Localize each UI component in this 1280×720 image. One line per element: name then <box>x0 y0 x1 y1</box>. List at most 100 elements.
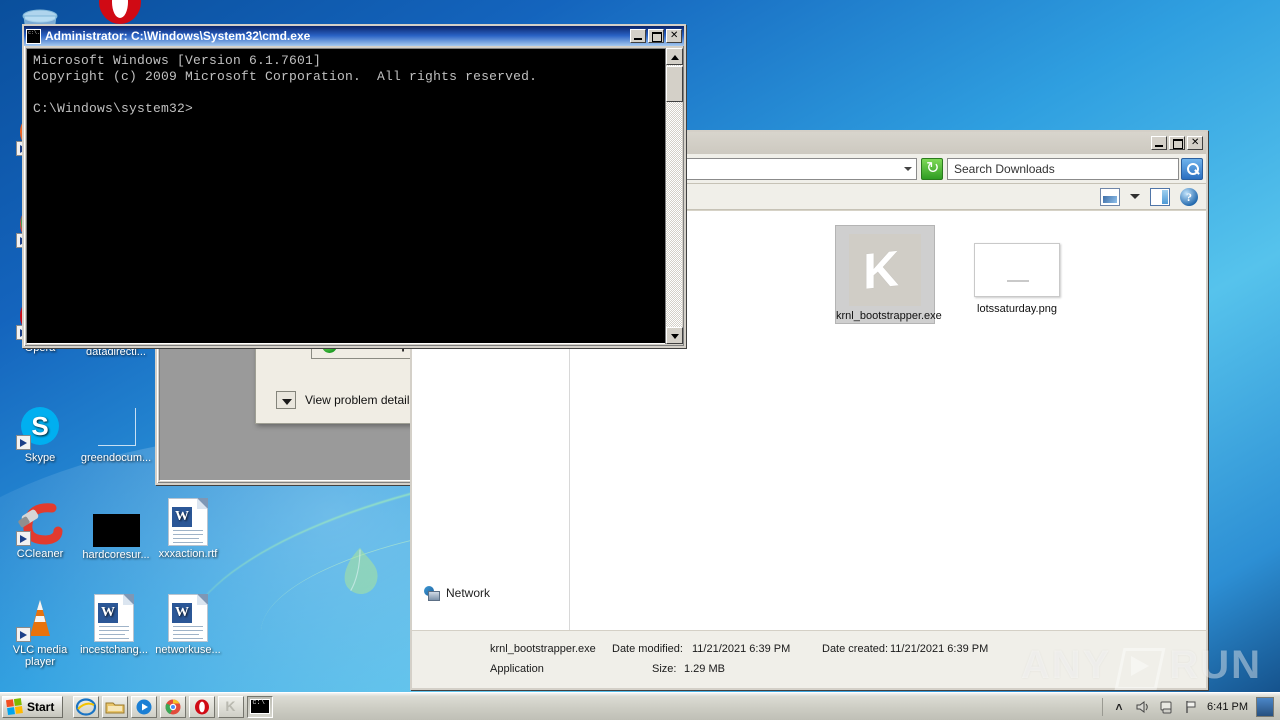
search-icon[interactable] <box>1181 157 1203 180</box>
clock[interactable]: 6:41 PM <box>1207 701 1248 713</box>
taskbar-item-internet-explorer[interactable] <box>73 695 100 718</box>
cmd-titlebar[interactable]: Administrator: C:\Windows\System32\cmd.e… <box>24 26 684 46</box>
file-item-label: krnl_bootstrapper.exe <box>836 310 942 322</box>
sidebar-item-label: Network <box>446 586 491 600</box>
show-desktop-button[interactable] <box>1256 696 1274 717</box>
desktop-icon-label: xxxaction.rtf <box>158 548 218 560</box>
windows-logo-icon <box>5 697 24 715</box>
help-icon[interactable]: ? <box>1180 187 1198 206</box>
skype-icon: S <box>16 402 64 450</box>
desktop-icon-skype[interactable]: S Skype <box>2 402 78 464</box>
taskbar-item-media-player[interactable] <box>131 695 158 718</box>
explorer-close-button[interactable] <box>1187 136 1203 150</box>
file-item-krnl[interactable]: K krnl_bootstrapper.exe <box>835 225 942 324</box>
chevron-down-icon[interactable] <box>904 166 912 171</box>
console-line: Copyright (c) 2009 Microsoft Corporation… <box>33 69 538 84</box>
command-prompt-window[interactable]: Administrator: C:\Windows\System32\cmd.e… <box>22 24 686 348</box>
console-prompt: C:\Windows\system32> <box>33 101 194 116</box>
desktop-icon-networkuse[interactable]: W networkuse... <box>150 594 226 656</box>
desktop-icon-label: networkuse... <box>155 644 221 656</box>
minimize-button[interactable] <box>630 29 646 43</box>
krnl-app-icon: K <box>849 234 921 306</box>
volume-icon[interactable] <box>1135 699 1151 715</box>
taskbar[interactable]: Start K c:\ ˄ 6:41 PM <box>0 692 1280 720</box>
scrollbar-thumb[interactable] <box>666 66 683 102</box>
desktop-icon-label: CCleaner <box>16 548 64 560</box>
console-line: Microsoft Windows [Version 6.1.7601] <box>33 53 322 68</box>
view-problem-details-label: View problem details <box>305 393 416 407</box>
taskbar-item-google-chrome[interactable] <box>160 695 187 718</box>
desktop-icon-hardcoresur[interactable]: hardcoresur... <box>78 504 154 561</box>
scroll-down-button[interactable] <box>666 327 683 344</box>
file-item-label: lotssaturday.png <box>977 303 1057 315</box>
status-date-created: 11/21/2021 6:39 PM <box>890 643 989 655</box>
ccleaner-icon <box>16 498 64 546</box>
start-label: Start <box>27 699 55 714</box>
word-document-icon: W <box>90 594 138 642</box>
desktop-icon-label: hardcoresur... <box>82 549 150 561</box>
status-file-name: krnl_bootstrapper.exe <box>490 643 596 655</box>
file-item-lotssaturday[interactable]: lotssaturday.png <box>967 225 1067 316</box>
desktop-icon-label: VLC media player <box>12 644 68 668</box>
network-icon[interactable] <box>1159 699 1175 715</box>
desktop-icon-ccleaner[interactable]: CCleaner <box>2 498 78 560</box>
cmd-window-buttons <box>630 29 682 43</box>
change-view-icon[interactable] <box>1100 187 1120 206</box>
status-date-modified-label: Date modified: <box>612 643 683 655</box>
quick-launch-bar: K c:\ <box>73 695 274 718</box>
details-pane: krnl_bootstrapper.exe Date modified: 11/… <box>412 630 1206 688</box>
opera-icon <box>96 0 144 26</box>
search-input[interactable]: Search Downloads <box>947 157 1179 180</box>
desktop-icon-label: incestchang... <box>80 644 148 656</box>
desktop-icon-vlc[interactable]: VLC media player <box>2 594 78 668</box>
system-tray: ˄ 6:41 PM <box>1102 696 1280 717</box>
start-button[interactable]: Start <box>2 695 64 718</box>
status-date-modified: 11/21/2021 6:39 PM <box>692 643 791 655</box>
refresh-button[interactable] <box>921 157 943 180</box>
image-thumbnail-icon <box>974 243 1060 297</box>
svg-text:S: S <box>31 411 48 441</box>
taskbar-item-opera[interactable] <box>189 695 216 718</box>
scroll-up-button[interactable] <box>666 48 683 65</box>
view-problem-details-expander[interactable]: View problem details <box>276 391 416 409</box>
chevron-down-icon[interactable] <box>1130 194 1140 199</box>
shortcut-badge <box>16 531 31 546</box>
chevron-down-icon <box>276 391 296 409</box>
preview-pane-icon[interactable] <box>1150 187 1170 206</box>
desktop: Re... O... F... <box>0 0 1280 720</box>
desktop-icon-xxxaction-rtf[interactable]: W xxxaction.rtf <box>150 498 226 560</box>
shortcut-badge <box>16 435 31 450</box>
sidebar-item-network[interactable]: Network <box>412 579 569 601</box>
status-size-label: Size: <box>652 663 677 675</box>
black-thumbnail-icon <box>92 514 140 547</box>
console-icon <box>26 28 41 44</box>
desktop-icon-label: greendocum... <box>80 452 152 464</box>
desktop-icon-greendocum[interactable]: greendocum... <box>78 402 154 464</box>
console-output[interactable]: Microsoft Windows [Version 6.1.7601] Cop… <box>26 48 682 344</box>
action-center-flag-icon[interactable] <box>1183 699 1199 715</box>
status-size: 1.29 MB <box>684 663 725 675</box>
show-hidden-icons-icon[interactable]: ˄ <box>1111 699 1127 715</box>
desktop-icon-label: Skype <box>24 452 56 464</box>
cmd-scrollbar[interactable] <box>665 48 683 344</box>
close-button[interactable] <box>666 29 682 43</box>
status-date-created-label: Date created: <box>822 643 889 655</box>
word-document-icon: W <box>164 594 212 642</box>
status-type: Application <box>490 663 544 675</box>
cmd-title: Administrator: C:\Windows\System32\cmd.e… <box>45 29 311 43</box>
wallpaper-leaf <box>344 547 378 594</box>
shortcut-badge <box>16 627 31 642</box>
taskbar-item-krnl[interactable]: K <box>218 695 245 718</box>
blank-document-icon <box>92 402 140 450</box>
desktop-icon-incestchang[interactable]: W incestchang... <box>76 594 152 656</box>
word-document-icon: W <box>164 498 212 546</box>
vlc-icon <box>16 594 64 642</box>
tray-divider <box>1102 697 1104 716</box>
taskbar-item-command-prompt[interactable]: c:\ <box>247 695 274 718</box>
taskbar-item-windows-explorer[interactable] <box>102 695 129 718</box>
explorer-minimize-button[interactable] <box>1151 136 1167 150</box>
network-icon <box>424 585 440 601</box>
maximize-button[interactable] <box>648 29 664 43</box>
explorer-maximize-button[interactable] <box>1169 136 1185 150</box>
